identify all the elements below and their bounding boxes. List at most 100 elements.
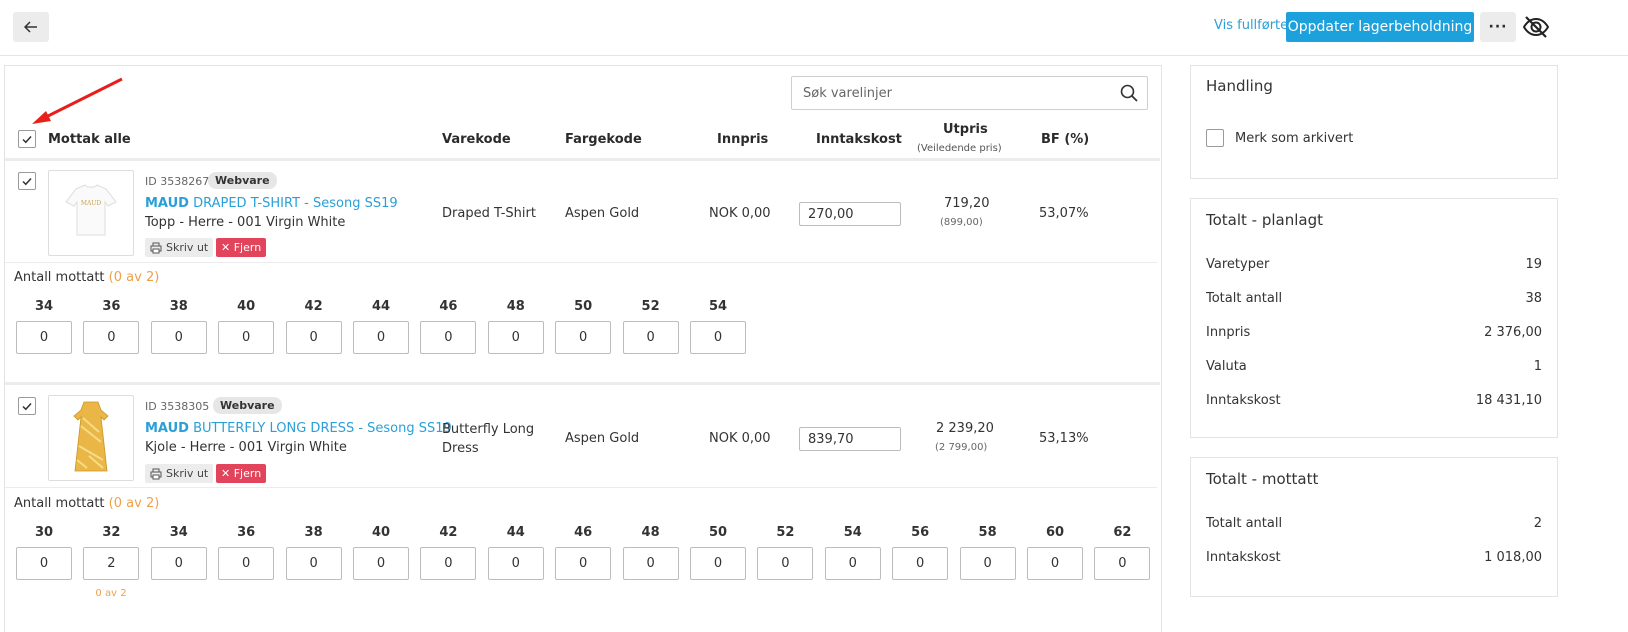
size-label: 48: [506, 299, 525, 314]
product-link[interactable]: MAUD BUTTERFLY LONG DRESS - Sesong SS19: [145, 421, 452, 436]
size-quantity-input[interactable]: [690, 321, 746, 354]
size-label: 54: [843, 525, 862, 540]
size-quantity-input[interactable]: [353, 547, 409, 580]
size-quantity-input[interactable]: [16, 321, 72, 354]
search-icon[interactable]: [1120, 84, 1138, 102]
print-button[interactable]: Skriv ut: [145, 238, 214, 257]
size-label: 38: [304, 525, 323, 540]
bf-value: 53,13%: [1039, 431, 1089, 446]
size-quantity-input[interactable]: [150, 321, 207, 354]
size-quantity-input[interactable]: [285, 321, 342, 354]
summary-label: Valuta: [1206, 359, 1247, 374]
size-quantity-input[interactable]: [824, 547, 881, 580]
back-button[interactable]: [13, 12, 49, 42]
summary-value: 18 431,10: [1475, 393, 1542, 408]
checkmark-icon: [22, 402, 32, 411]
size-label: 40: [371, 525, 391, 540]
search-input[interactable]: [792, 77, 1112, 109]
header-bf: BF (%): [1041, 132, 1090, 147]
printer-icon: [150, 242, 162, 253]
size-label: 34: [169, 525, 188, 540]
size-quantity-input[interactable]: [555, 321, 612, 354]
tshirt-image: MAUD: [65, 184, 117, 236]
eye-off-icon: [1522, 16, 1550, 38]
size-quantity-input[interactable]: [150, 547, 207, 580]
summary-value: 38: [1525, 291, 1542, 306]
size-quantity-input[interactable]: [622, 321, 679, 354]
more-options-button[interactable]: ···: [1480, 12, 1516, 42]
product-image[interactable]: MAUD: [48, 170, 134, 256]
size-quantity-input[interactable]: [16, 547, 72, 580]
size-quantity-input[interactable]: [690, 547, 746, 580]
size-quantity-input[interactable]: [487, 321, 544, 354]
remove-button[interactable]: ✕ Fjern: [216, 464, 267, 483]
item-checkbox[interactable]: [18, 397, 36, 415]
size-label: 60: [1045, 525, 1065, 540]
planned-title: Totalt - planlagt: [1206, 211, 1324, 229]
utpris-suggested: (2 799,00): [935, 442, 988, 453]
visibility-toggle-button[interactable]: [1522, 14, 1550, 40]
product-link[interactable]: MAUD DRAPED T-SHIRT - Sesong SS19: [145, 196, 398, 211]
summary-label: Totalt antall: [1206, 516, 1283, 531]
fargekode-value: Aspen Gold: [565, 431, 640, 446]
summary-label: Inntakskost: [1206, 550, 1281, 565]
receive-all-checkbox[interactable]: [18, 130, 36, 148]
utpris-suggested: (899,00): [940, 217, 983, 228]
size-quantity-input[interactable]: [757, 547, 814, 580]
size-quantity-input[interactable]: [218, 321, 275, 354]
size-label: 42: [304, 299, 323, 314]
size-received-note: 0 av 2: [95, 588, 127, 599]
size-quantity-input[interactable]: [487, 547, 544, 580]
size-quantity-input[interactable]: [420, 321, 477, 354]
remove-button[interactable]: ✕ Fjern: [216, 238, 267, 257]
size-quantity-input[interactable]: [285, 547, 342, 580]
summary-label: Innpris: [1206, 325, 1251, 340]
action-card: Handling Merk som arkivert: [1190, 65, 1558, 179]
svg-text:MAUD: MAUD: [81, 200, 102, 207]
product-description: Kjole - Herre - 001 Virgin White: [145, 440, 347, 455]
size-quantity-input[interactable]: [83, 321, 140, 354]
size-quantity-input[interactable]: [420, 547, 477, 580]
header-utpris: Utpris: [943, 122, 988, 137]
archive-label: Merk som arkivert: [1235, 131, 1354, 146]
show-completed-link[interactable]: Vis fullførte: [1214, 18, 1288, 33]
size-quantity-input[interactable]: [83, 547, 140, 580]
update-stock-button[interactable]: Oppdater lagerbeholdning: [1286, 12, 1474, 42]
varekode-value-line2: Dress: [442, 441, 479, 456]
size-quantity-input[interactable]: [892, 547, 949, 580]
size-quantity-input[interactable]: [1094, 547, 1151, 580]
size-label: 56: [911, 525, 930, 540]
size-quantity-input[interactable]: [1027, 547, 1083, 580]
size-quantity-input[interactable]: [218, 547, 275, 580]
size-label: 52: [776, 525, 795, 540]
size-quantity-input[interactable]: [353, 321, 409, 354]
receive-all-label: Mottak alle: [48, 132, 131, 147]
size-quantity-input[interactable]: [622, 547, 679, 580]
utpris-value: 719,20: [944, 196, 990, 211]
webvare-badge: Webvare: [213, 397, 282, 414]
size-label: 48: [641, 525, 660, 540]
size-label: 40: [237, 299, 256, 314]
fargekode-value: Aspen Gold: [565, 206, 640, 221]
size-label: 32: [102, 525, 121, 540]
size-label: 46: [439, 299, 458, 314]
product-title: BUTTERFLY LONG DRESS - Sesong SS19: [193, 421, 452, 436]
size-quantity-input[interactable]: [555, 547, 612, 580]
size-quantity-input[interactable]: [959, 547, 1016, 580]
product-image[interactable]: [48, 395, 134, 481]
received-title: Totalt - mottatt: [1206, 470, 1319, 488]
summary-value: 2: [1533, 516, 1542, 531]
webvare-badge: Webvare: [208, 172, 277, 189]
item-checkbox[interactable]: [18, 172, 36, 190]
archive-checkbox[interactable]: [1206, 129, 1224, 147]
inntakskost-input[interactable]: [799, 427, 901, 451]
items-panel: Mottak alle Varekode Fargekode Innpris I…: [4, 65, 1162, 632]
size-label: 38: [169, 299, 188, 314]
header-fargekode: Fargekode: [565, 132, 642, 147]
divider: [5, 382, 1160, 385]
received-count: (0 av 2): [108, 496, 160, 511]
inntakskost-input[interactable]: [799, 202, 901, 226]
received-count: (0 av 2): [108, 270, 160, 285]
print-button[interactable]: Skriv ut: [145, 464, 214, 483]
received-label: Antall mottatt (0 av 2): [14, 496, 160, 511]
